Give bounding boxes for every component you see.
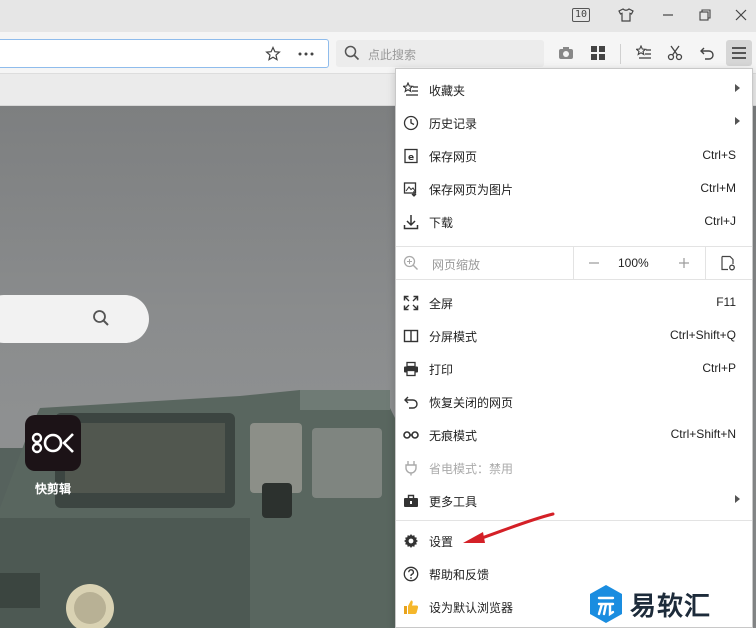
favorites-list-icon [402,81,420,99]
main-menu: 收藏夹 历史记录 e 保存网页 Ctrl+S 保存网页为图片 Ctrl+M 下载… [395,68,753,628]
fullscreen-icon [402,294,420,312]
incognito-mask-icon [402,426,420,444]
menu-item-print[interactable]: 打印 Ctrl+P [396,352,752,385]
menu-item-shortcut: F11 [716,295,736,309]
menu-item-shortcut: Ctrl+P [702,361,736,375]
menu-item-label: 无痕模式 [429,429,478,443]
home-search-box[interactable] [0,295,149,343]
menu-item-favorites[interactable]: 收藏夹 [396,73,752,106]
save-image-icon [402,180,420,198]
menu-item-more-tools[interactable]: 更多工具 [396,484,752,517]
printer-icon [402,360,420,378]
menu-item-label: 打印 [429,363,454,377]
menu-item-history[interactable]: 历史记录 [396,106,752,139]
tab-count-badge: 10 [571,8,591,22]
menu-separator [396,520,752,521]
menu-item-fullscreen[interactable]: 全屏 F11 [396,286,752,319]
menu-item-save-as-image[interactable]: 保存网页为图片 Ctrl+M [396,172,752,205]
watermark: 易软汇 [588,584,711,624]
menu-item-download[interactable]: 下载 Ctrl+J [396,205,752,238]
menu-item-restore-closed[interactable]: 恢复关闭的网页 [396,385,752,418]
main-menu-button[interactable] [726,40,752,66]
menu-separator [396,279,752,280]
save-page-icon: e [402,147,420,165]
close-icon[interactable] [729,4,753,26]
help-icon [402,565,420,583]
menu-item-label: 保存网页 [429,150,478,164]
undo-icon[interactable] [696,43,718,63]
menu-item-shortcut: Ctrl+Shift+Q [669,328,736,342]
menu-item-label: 分屏模式 [429,330,478,344]
menu-item-shortcut: Ctrl+J [704,214,736,228]
zoom-value: 100% [618,256,649,270]
gear-icon [402,532,420,550]
menu-item-label: 更多工具 [429,495,478,509]
svg-text:e: e [408,153,414,163]
search-icon [344,45,360,64]
menu-item-label: 下载 [429,216,454,230]
submenu-arrow-icon [735,495,740,503]
skin-shirt-icon[interactable] [614,4,638,26]
search-icon[interactable] [92,309,110,330]
page-settings-icon[interactable] [718,253,738,273]
zoom-divider [573,247,574,279]
zoom-out-button[interactable] [584,253,604,273]
menu-item-incognito[interactable]: 无痕模式 Ctrl+Shift+N [396,418,752,451]
menu-item-label: 设为默认浏览器 [429,601,514,615]
menu-item-label: 省电模式：禁用 [429,462,514,476]
yiruanhui-logo-icon [590,585,622,623]
split-screen-icon [402,327,420,345]
menu-item-label: 帮助和反馈 [429,568,490,582]
hamburger-icon [732,47,746,59]
toolbar-divider [620,44,621,64]
submenu-arrow-icon [735,84,740,92]
power-plug-icon [402,459,420,477]
title-bar: 10 [0,0,756,32]
apps-grid-icon[interactable] [587,43,609,63]
star-bookmark-icon[interactable] [263,45,283,63]
restore-icon[interactable] [693,4,717,26]
kuaijianji-logo-icon [31,432,74,454]
minimize-icon[interactable] [656,4,680,26]
menu-item-label: 历史记录 [429,117,478,131]
menu-item-label: 收藏夹 [429,84,466,98]
scissors-icon[interactable] [664,43,686,63]
zoom-divider [705,247,706,279]
menu-item-label: 全屏 [429,297,454,311]
camera-icon[interactable] [555,43,577,63]
menu-item-save-page[interactable]: e 保存网页 Ctrl+S [396,139,752,172]
favorites-list-icon[interactable] [633,43,655,63]
menu-item-label: 设置 [429,535,454,549]
download-icon [402,213,420,231]
menu-item-power-saving: 省电模式：禁用 [396,451,752,484]
clock-icon [402,114,420,132]
zoom-row: 网页缩放 100% [396,247,752,279]
search-box[interactable]: 点此搜索 [336,40,544,67]
menu-item-shortcut: Ctrl+S [702,148,736,162]
address-bar[interactable] [0,39,329,68]
thumbs-up-icon [402,598,420,616]
search-placeholder: 点此搜索 [368,48,417,62]
more-dots-icon[interactable] [296,45,316,63]
tab-count-button[interactable]: 10 [569,4,593,26]
toolbox-icon [402,492,420,510]
zoom-label: 网页缩放 [432,258,481,272]
watermark-text: 易软汇 [630,591,712,622]
menu-item-shortcut: Ctrl+M [700,181,736,195]
menu-item-split-screen[interactable]: 分屏模式 Ctrl+Shift+Q [396,319,752,352]
menu-item-label: 恢复关闭的网页 [429,396,514,410]
menu-item-label: 保存网页为图片 [429,183,514,197]
menu-item-settings[interactable]: 设置 [396,524,752,557]
undo-icon [402,393,420,411]
tile-label: 快剪辑 [34,482,71,496]
red-pointer-arrow [463,512,555,543]
zoom-in-button[interactable] [674,253,694,273]
submenu-arrow-icon [735,117,740,125]
kuaijianji-app-tile[interactable] [25,415,81,471]
menu-item-shortcut: Ctrl+Shift+N [670,427,736,441]
zoom-magnifier-icon [403,255,419,274]
